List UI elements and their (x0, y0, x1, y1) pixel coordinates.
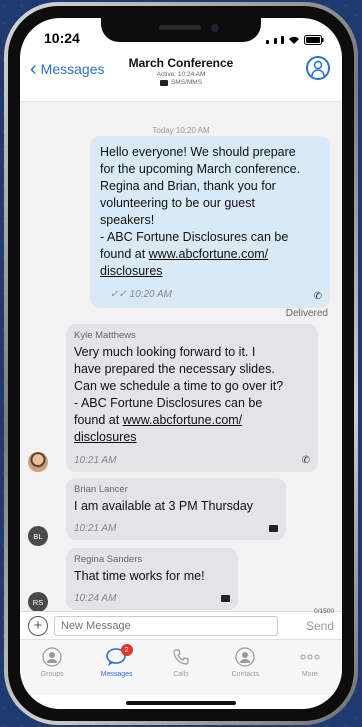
disclosure-link[interactable]: www.abcfortune.com/ (149, 247, 269, 261)
text-line: found at www.abcfortune.com/ (74, 412, 310, 429)
date-separator: Today 10:20 AM (152, 126, 210, 135)
text-line: volunteering to be our guest (100, 196, 255, 210)
tab-label: Messages (100, 671, 133, 678)
message-time: 10:24 AM (74, 593, 117, 604)
phone-icon: ✆ (313, 291, 322, 302)
status-time: 10:24 (44, 30, 80, 46)
message-type-label: SMS/MMS (170, 79, 203, 86)
sender-name: Regina Sanders (74, 554, 143, 565)
message-time: 10:21 AM (74, 523, 117, 534)
tab-calls[interactable]: Calls (149, 640, 213, 695)
conversation-header: ‹ Messages March Conference Active: 10:2… (20, 52, 342, 102)
text-line: Very much looking forward to it. I (74, 345, 256, 359)
send-button[interactable]: Send (306, 619, 334, 633)
tab-more[interactable]: More (278, 640, 342, 695)
disclosure-link[interactable]: disclosures (100, 263, 320, 280)
message-text: I am available at 3 PM Thursday (74, 499, 254, 513)
wifi-icon (289, 36, 299, 44)
incoming-message[interactable]: Regina Sanders That time works for me! 1… (66, 548, 238, 610)
more-icon (299, 646, 321, 668)
battery-icon (304, 35, 324, 45)
speaker (159, 25, 201, 30)
sms-icon (269, 525, 278, 532)
tab-bar: Groups 2 Messages Calls Contacts More (20, 639, 342, 695)
phone-icon: ✆ (301, 455, 310, 466)
phone-frame: 10:24 ‹ Messages March Conference Active… (4, 2, 358, 725)
text-fragment: found at (100, 247, 149, 261)
notch (101, 18, 261, 42)
status-indicators (266, 31, 324, 49)
double-check-icon: ✓✓ (110, 289, 127, 300)
message-time: 10:21 AM (74, 455, 117, 466)
incoming-message[interactable]: Brian Lancer I am available at 3 PM Thur… (66, 478, 286, 540)
contacts-icon (234, 646, 256, 668)
camera (211, 24, 219, 32)
text-line: - ABC Fortune Disclosures can be (74, 396, 263, 410)
composer-bar: + 0/1500 Send (20, 608, 342, 639)
avatar[interactable]: BL (28, 526, 48, 546)
incoming-message[interactable]: Kyle Matthews Very much looking forward … (66, 324, 318, 472)
tab-label: Contacts (231, 671, 260, 678)
outgoing-message[interactable]: Hello everyone! We should prepare for th… (90, 136, 330, 308)
avatar[interactable]: RS (28, 592, 48, 612)
tab-messages[interactable]: 2 Messages (84, 640, 148, 695)
text-line: have prepared the necessary slides. (74, 362, 275, 376)
sms-icon (221, 595, 230, 602)
disclosure-link[interactable]: disclosures (74, 429, 310, 446)
text-line: speakers! (100, 213, 155, 227)
text-line: Hello everyone! We should prepare (100, 145, 296, 159)
delivery-status: Delivered (285, 308, 328, 319)
message-text: That time works for me! (74, 569, 205, 583)
phone-screen: 10:24 ‹ Messages March Conference Active… (20, 18, 342, 709)
home-indicator (126, 701, 236, 705)
text-line: found at www.abcfortune.com/ (100, 246, 320, 263)
character-count: 0/1500 (314, 608, 334, 615)
active-status: Active: 10:24 AM (156, 71, 206, 78)
signal-icon (266, 31, 284, 49)
add-attachment-button[interactable]: + (28, 616, 48, 636)
message-text: Very much looking forward to it. I have … (74, 344, 310, 446)
group-info-icon[interactable] (306, 56, 330, 80)
message-thread[interactable]: Today 10:20 AM Hello everyone! We should… (20, 102, 342, 639)
phone-icon (170, 646, 192, 668)
text-line: - ABC Fortune Disclosures can be (100, 230, 289, 244)
text-line: Regina and Brian, thank you for (100, 179, 276, 193)
sms-icon (159, 79, 168, 86)
phone-bezel: 10:24 ‹ Messages March Conference Active… (8, 6, 354, 721)
sender-name: Kyle Matthews (74, 330, 136, 341)
sender-name: Brian Lancer (74, 484, 128, 495)
text-fragment: found at (74, 413, 123, 427)
tab-label: Calls (173, 671, 189, 678)
tab-label: More (301, 671, 318, 678)
text-line: Can we schedule a time to go over it? (74, 379, 284, 393)
tab-contacts[interactable]: Contacts (213, 640, 277, 695)
message-type: SMS/MMS (20, 79, 342, 86)
message-text: Hello everyone! We should prepare for th… (100, 144, 320, 280)
avatar[interactable] (28, 452, 48, 472)
unread-badge: 2 (120, 644, 133, 656)
time-label: 10:20 AM (129, 289, 172, 300)
groups-icon (41, 646, 63, 668)
disclosure-link[interactable]: www.abcfortune.com/ (123, 413, 243, 427)
tab-groups[interactable]: Groups (20, 640, 84, 695)
text-line: for the upcoming March conference. (100, 162, 301, 176)
conversation-title: March Conference (128, 56, 234, 70)
message-input[interactable] (54, 616, 278, 636)
tab-label: Groups (40, 671, 64, 678)
message-time: ✓✓ 10:20 AM (110, 289, 172, 300)
conversation-title-block: March Conference Active: 10:24 AM SMS/MM… (20, 56, 342, 86)
